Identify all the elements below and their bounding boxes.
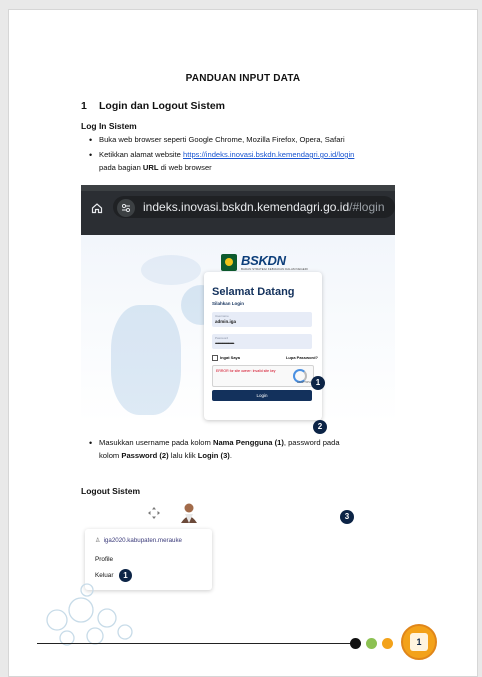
bullet-item: • Ketikkan alamat website https://indeks… bbox=[89, 149, 439, 174]
section-number: 1 bbox=[81, 100, 87, 112]
browser-strip bbox=[81, 185, 395, 191]
recaptcha-box[interactable]: ERROR for site owner: Invalid site key r… bbox=[212, 365, 314, 387]
avatar[interactable] bbox=[179, 502, 199, 524]
url-hash: /#login bbox=[349, 200, 385, 214]
password-label: Password bbox=[215, 336, 229, 340]
remember-row: Ingat Saya Lupa Password? bbox=[212, 355, 318, 361]
logo-text: BSKDN bbox=[241, 253, 286, 268]
footer-dot-green bbox=[366, 638, 377, 649]
bullet-dot: • bbox=[89, 135, 93, 145]
bullet-item: • Buka web browser seperti Google Chrome… bbox=[89, 134, 345, 147]
bskdn-logo: BSKDN BADAN STRATEGI KEBIJAKAN DALAM NEG… bbox=[221, 253, 311, 273]
decorative-circles bbox=[46, 583, 133, 646]
callout-badge-2: 2 bbox=[313, 420, 327, 434]
login-heading: Log In Sistem bbox=[81, 121, 137, 131]
section-heading: 1 Login dan Logout Sistem bbox=[81, 100, 225, 112]
remember-label: Ingat Saya bbox=[220, 355, 241, 361]
login-card: Selamat Datang Silahkan Login Username a… bbox=[204, 272, 322, 420]
username-value: admin.iga bbox=[215, 319, 237, 324]
emblem-icon bbox=[221, 254, 237, 271]
bullet-bold: Password (2) bbox=[121, 450, 169, 460]
footer-dot-black bbox=[350, 638, 361, 649]
tune-icon[interactable] bbox=[117, 199, 135, 217]
bullet-text: pada bagian bbox=[99, 162, 143, 172]
footer-line bbox=[37, 643, 351, 644]
bullet-dot: • bbox=[89, 438, 93, 448]
background-shape bbox=[141, 255, 201, 285]
menu-item-logout[interactable]: Keluar bbox=[95, 572, 113, 579]
bullet-text: , password pada bbox=[283, 438, 340, 447]
bullet-item: • Masukkan username pada kolom Nama Peng… bbox=[89, 437, 433, 462]
login-url-link[interactable]: https://indeks.inovasi.bskdn.kemendagri.… bbox=[183, 150, 354, 159]
bullet-bold: Nama Pengguna (1) bbox=[212, 438, 284, 447]
login-subtitle: Silahkan Login bbox=[212, 301, 245, 306]
person-icon: ♙ bbox=[95, 537, 101, 544]
bullet-text: Buka web browser seperti Google Chrome, … bbox=[99, 135, 345, 144]
welcome-title: Selamat Datang bbox=[212, 286, 295, 298]
bullet-text: lalu klik bbox=[168, 450, 198, 460]
document-page: PANDUAN INPUT DATA 1 Login dan Logout Sis… bbox=[8, 9, 478, 677]
username-text: iga2020.kabupaten.merauke bbox=[103, 537, 182, 544]
dropdown-user: ♙ iga2020.kabupaten.merauke bbox=[95, 537, 182, 544]
page-number: 1 bbox=[410, 633, 428, 651]
login-button[interactable]: Login bbox=[212, 390, 312, 401]
username-field[interactable]: Username admin.iga bbox=[212, 312, 312, 327]
page-number-badge: 1 bbox=[401, 624, 437, 660]
bullet-text: Ketikkan alamat website bbox=[99, 150, 183, 159]
browser-address-bar: indeks.inovasi.bskdn.kemendagri.go.id/#l… bbox=[81, 185, 395, 235]
menu-item-profile[interactable]: Profile bbox=[95, 556, 113, 563]
password-value: •••••••••••••••••••••••• bbox=[215, 341, 234, 346]
forgot-password-link[interactable]: Lupa Password? bbox=[286, 355, 318, 360]
password-field[interactable]: Password •••••••••••••••••••••••• bbox=[212, 334, 312, 349]
document-title: PANDUAN INPUT DATA bbox=[185, 73, 301, 84]
bullet-dot: • bbox=[89, 150, 93, 160]
home-icon[interactable] bbox=[91, 202, 103, 214]
bullet-text: di web browser bbox=[158, 162, 212, 172]
callout-badge-3: 3 bbox=[340, 510, 354, 524]
url-main: indeks.inovasi.bskdn.kemendagri.go.id bbox=[143, 200, 350, 214]
bullet-text: Masukkan username pada kolom bbox=[99, 438, 213, 447]
bullet-text: . bbox=[229, 450, 232, 460]
logo-subtitle: BADAN STRATEGI KEBIJAKAN DALAM NEGERI bbox=[241, 267, 308, 271]
captcha-error: ERROR for site owner: Invalid site key bbox=[216, 369, 276, 373]
remember-checkbox[interactable] bbox=[212, 355, 218, 361]
section-title: Login dan Logout Sistem bbox=[99, 100, 225, 112]
callout-badge-1: 1 bbox=[311, 376, 325, 390]
username-label: Username bbox=[215, 314, 229, 318]
bullet-text: kolom bbox=[99, 450, 122, 460]
bullet-bold: URL bbox=[142, 162, 159, 172]
bullet-bold: Login (3) bbox=[197, 450, 230, 460]
login-screenshot: BSKDN BADAN STRATEGI KEBIJAKAN DALAM NEG… bbox=[81, 235, 395, 423]
footer-dot-orange bbox=[382, 638, 393, 649]
move-icon bbox=[148, 507, 160, 519]
address-url[interactable]: indeks.inovasi.bskdn.kemendagri.go.id/#l… bbox=[143, 200, 385, 214]
captcha-brand: reCAPTCHA bbox=[296, 381, 311, 384]
logout-heading: Logout Sistem bbox=[81, 486, 141, 496]
background-shape bbox=[111, 305, 181, 415]
